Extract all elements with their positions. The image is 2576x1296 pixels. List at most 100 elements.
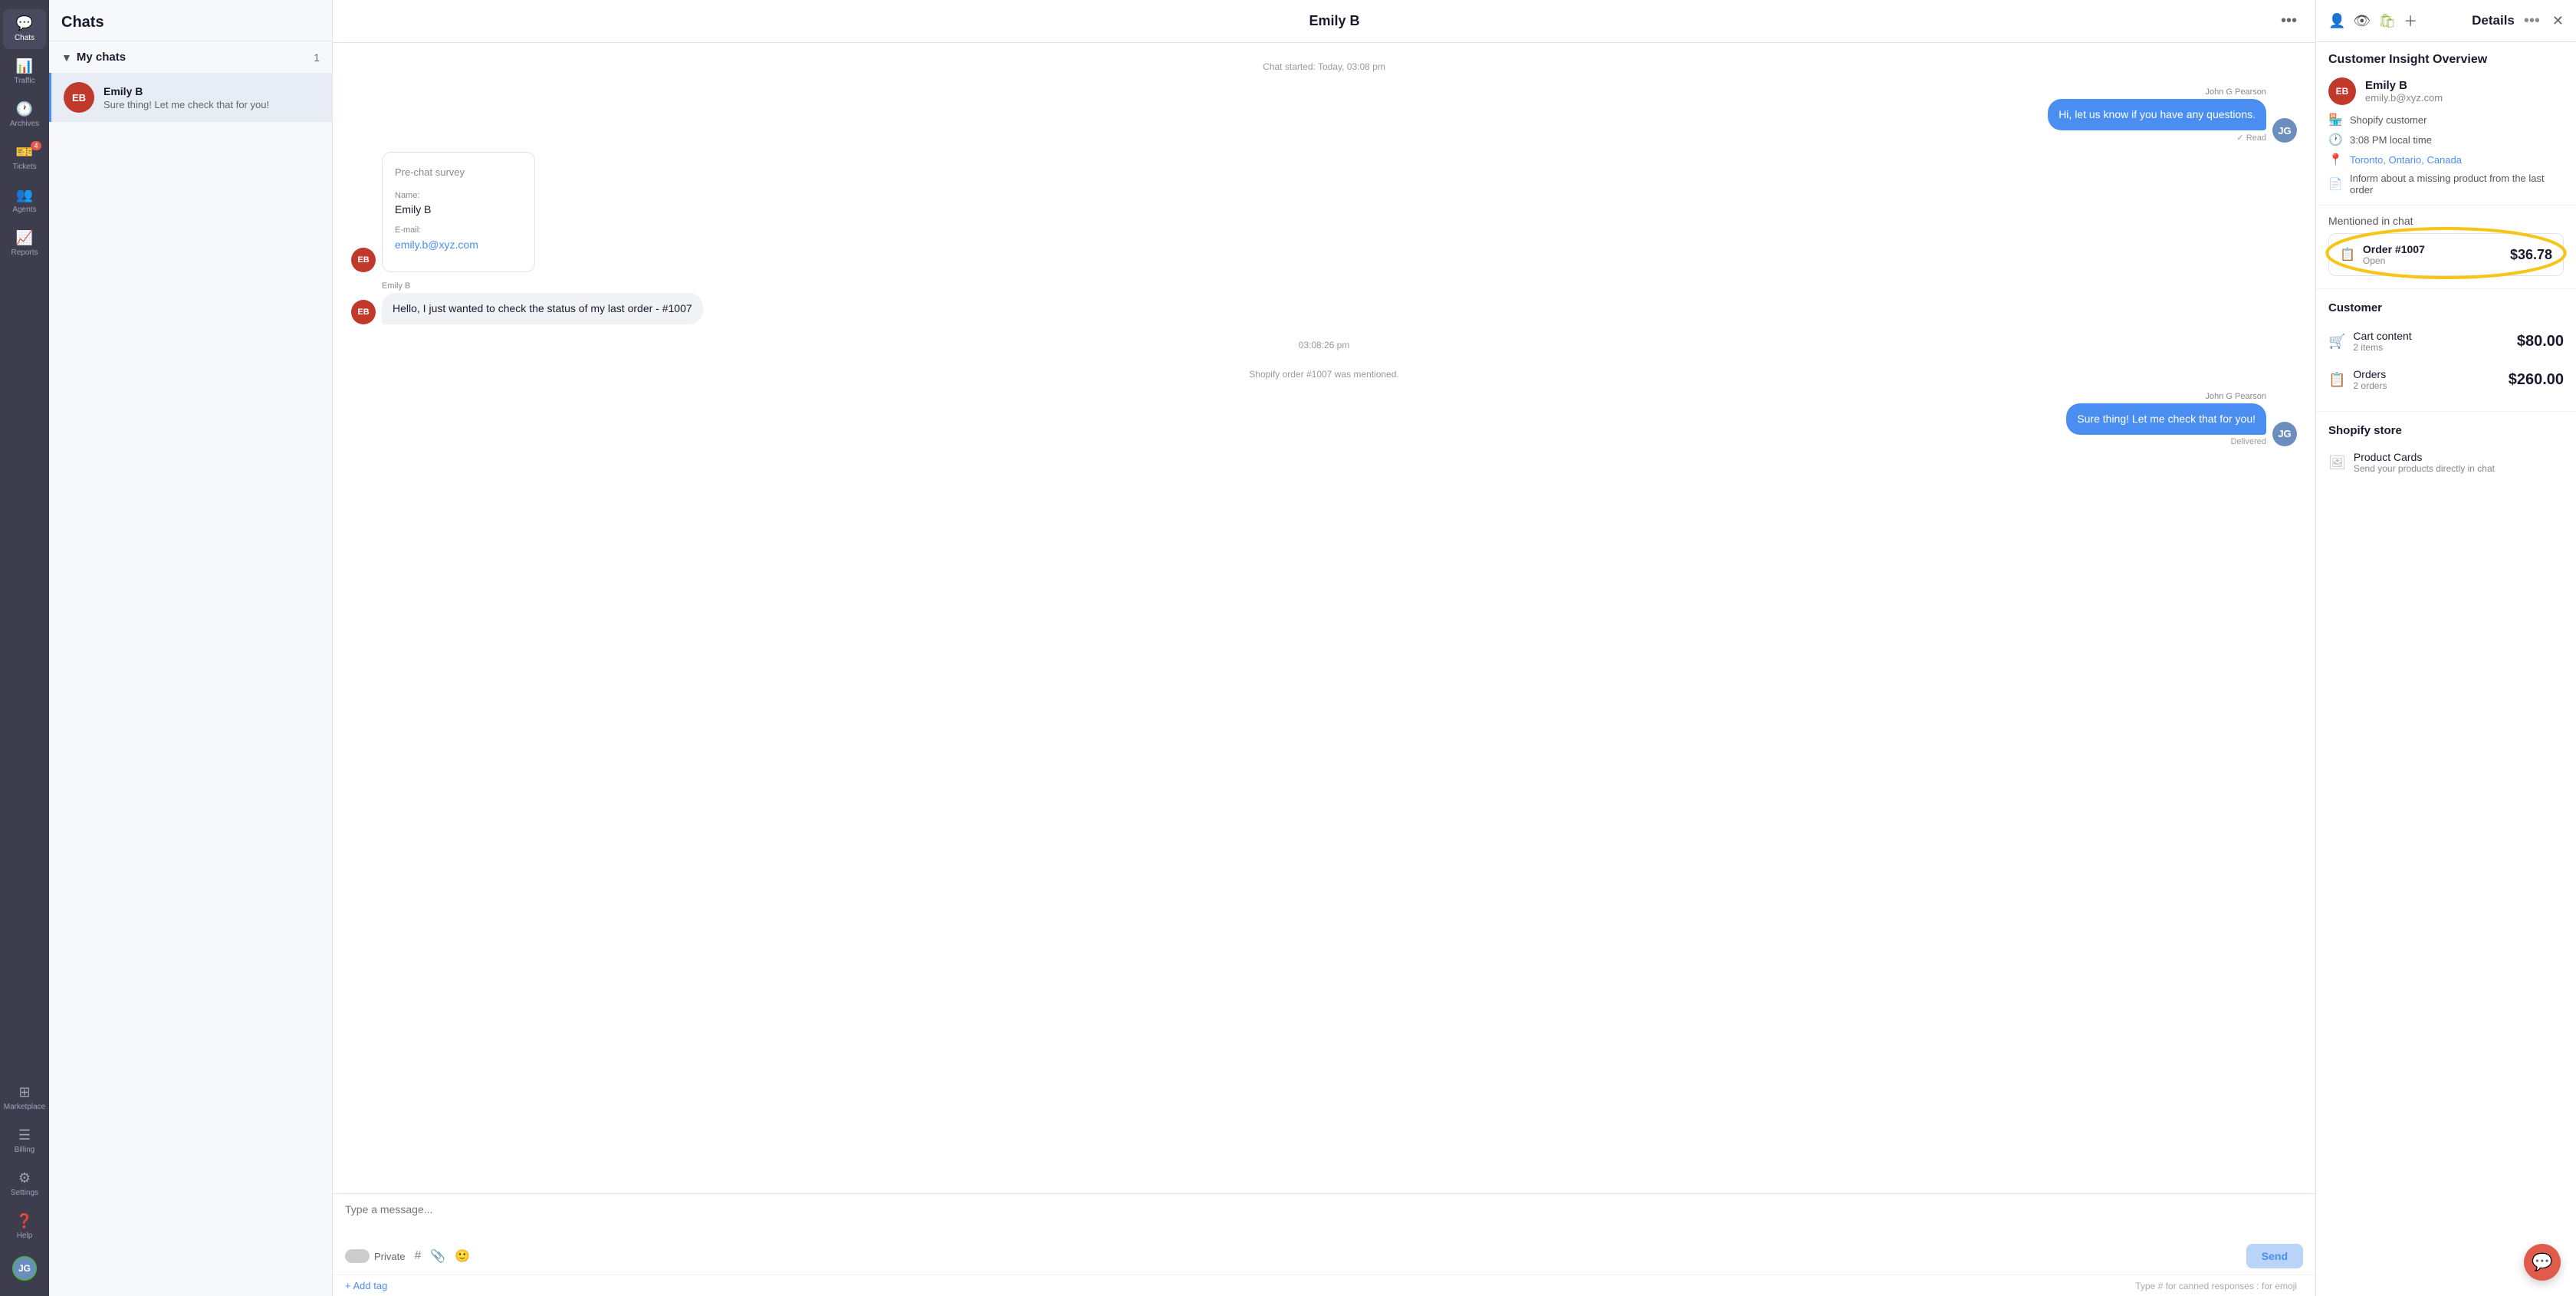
- message-status: Delivered: [2066, 437, 2266, 446]
- user-avatar-nav[interactable]: JG: [3, 1250, 46, 1287]
- customer-email: emily.b@xyz.com: [2365, 92, 2443, 104]
- sidebar-item-label: Marketplace: [4, 1103, 45, 1112]
- emoji-icon[interactable]: 🙂: [455, 1248, 470, 1264]
- divider: [2316, 411, 2576, 412]
- sidebar-item-billing[interactable]: ☰ Billing: [3, 1121, 46, 1161]
- message-bubble: Hi, let us know if you have any question…: [2048, 99, 2266, 130]
- survey-email-label: E-mail:: [395, 224, 522, 237]
- chat-list-item[interactable]: EB Emily B Sure thing! Let me check that…: [49, 73, 332, 122]
- survey-bubble: Pre-chat survey Name: Emily B E-mail: em…: [382, 152, 535, 272]
- attachment-icon[interactable]: 📎: [430, 1248, 445, 1264]
- sidebar-item-tickets[interactable]: 4 🎫 Tickets: [3, 138, 46, 178]
- person-icon[interactable]: 👤: [2328, 13, 2345, 29]
- sidebar-item-label: Reports: [11, 248, 38, 258]
- product-cards-name: Product Cards: [2354, 451, 2564, 463]
- cart-icon: 🛒: [2328, 334, 2345, 350]
- eye-icon[interactable]: 👁: [2353, 13, 2371, 29]
- message-content: Emily B Hello, I just wanted to check th…: [382, 281, 703, 324]
- metric-name: Orders: [2353, 368, 2500, 380]
- hashtag-icon[interactable]: #: [414, 1249, 421, 1263]
- chat-header: Emily B •••: [333, 0, 2315, 43]
- settings-icon: ⚙: [18, 1170, 31, 1186]
- sidebar-item-label: Settings: [11, 1189, 38, 1198]
- order-icon: 📋: [2340, 247, 2355, 262]
- sidebar-item-label: Traffic: [14, 77, 34, 86]
- note-icon: 📄: [2328, 177, 2342, 191]
- my-chats-header[interactable]: ▼ My chats 1: [49, 41, 332, 73]
- shopify-icon[interactable]: 🛍: [2378, 13, 2396, 29]
- avatar: EB: [2328, 77, 2356, 105]
- product-cards-icon: 🖼: [2328, 455, 2346, 471]
- archives-icon: 🕐: [16, 101, 33, 117]
- toggle-switch[interactable]: [345, 1249, 370, 1263]
- sidebar-item-reports[interactable]: 📈 Reports: [3, 224, 46, 264]
- billing-icon: ☰: [18, 1127, 31, 1143]
- message-sender: John G Pearson: [2066, 392, 2266, 401]
- chat-name: Emily B: [104, 85, 320, 97]
- traffic-icon: 📊: [16, 58, 33, 74]
- add-tag-row: + Add tag Type # for canned responses : …: [333, 1275, 2315, 1296]
- orders-metric: 📋 Orders 2 orders $260.00: [2328, 360, 2564, 399]
- order-info: Order #1007 Open: [2363, 243, 2502, 266]
- private-toggle[interactable]: Private: [345, 1249, 405, 1263]
- sidebar-item-label: Tickets: [12, 163, 36, 172]
- order-status: Open: [2363, 255, 2502, 266]
- live-chat-button[interactable]: 💬: [2524, 1244, 2561, 1281]
- chat-list-header: Chats: [49, 0, 332, 41]
- message-input[interactable]: [345, 1203, 2303, 1234]
- agents-icon: 👥: [16, 187, 33, 203]
- product-cards-row[interactable]: 🖼 Product Cards Send your products direc…: [2328, 445, 2564, 480]
- location-row: 📍 Toronto, Ontario, Canada: [2316, 150, 2576, 169]
- customer-avatar: EB: [351, 300, 376, 324]
- sidebar-item-marketplace[interactable]: ⊞ Marketplace: [3, 1078, 46, 1118]
- sidebar-item-label: Chats: [15, 34, 34, 43]
- add-icon[interactable]: ＋: [2404, 11, 2417, 31]
- mentioned-section: Mentioned in chat 📋 Order #1007 Open $36…: [2316, 212, 2576, 282]
- agent-avatar: JG: [2272, 422, 2297, 446]
- survey-title: Pre-chat survey: [395, 165, 522, 180]
- survey-name-value: Emily B: [395, 202, 522, 218]
- sidebar-item-traffic[interactable]: 📊 Traffic: [3, 52, 46, 92]
- send-button[interactable]: Send: [2246, 1244, 2303, 1268]
- order-card[interactable]: 📋 Order #1007 Open $36.78: [2328, 233, 2564, 276]
- details-close-button[interactable]: ✕: [2552, 13, 2564, 29]
- sidebar-item-help[interactable]: ❓ Help: [3, 1207, 46, 1247]
- marketplace-icon: ⊞: [18, 1084, 30, 1100]
- customer-avatar: EB: [351, 248, 376, 272]
- product-cards-info: Product Cards Send your products directl…: [2354, 451, 2564, 474]
- location-label[interactable]: Toronto, Ontario, Canada: [2350, 154, 2462, 166]
- metric-value: $260.00: [2509, 371, 2564, 389]
- add-tag-button[interactable]: + Add tag: [345, 1280, 387, 1291]
- metric-sub: 2 items: [2353, 342, 2509, 353]
- sidebar-item-label: Archives: [10, 120, 39, 129]
- details-panel: 👤 👁 🛍 ＋ Details ••• ✕ Customer Insight O…: [2315, 0, 2576, 1296]
- private-label: Private: [374, 1251, 405, 1262]
- local-time-label: 3:08 PM local time: [2350, 134, 2432, 146]
- more-options-button[interactable]: •••: [2281, 12, 2297, 30]
- survey-name-label: Name:: [395, 189, 522, 202]
- sidebar-item-archives[interactable]: 🕐 Archives: [3, 95, 46, 135]
- avatar: JG: [12, 1256, 37, 1281]
- note-row: 📄 Inform about a missing product from th…: [2316, 169, 2576, 199]
- shopify-customer-row: 🏪 Shopify customer: [2316, 110, 2576, 130]
- message-sender: Emily B: [382, 281, 703, 291]
- sidebar-item-settings[interactable]: ⚙ Settings: [3, 1164, 46, 1204]
- details-more-button[interactable]: •••: [2524, 12, 2540, 30]
- sidebar-item-agents[interactable]: 👥 Agents: [3, 181, 46, 221]
- metric-info: Cart content 2 items: [2353, 330, 2509, 353]
- input-toolbar: Private # 📎 🙂 Send: [345, 1244, 2303, 1268]
- metric-info: Orders 2 orders: [2353, 368, 2500, 391]
- message-row: John G Pearson Sure thing! Let me check …: [351, 392, 2297, 446]
- clock-icon: 🕐: [2328, 133, 2342, 146]
- order-card-wrapper: 📋 Order #1007 Open $36.78: [2328, 233, 2564, 276]
- chat-header-title: Emily B: [388, 13, 2281, 29]
- product-cards-desc: Send your products directly in chat: [2354, 463, 2564, 474]
- my-chats-label: My chats: [77, 51, 314, 64]
- sidebar-item-label: Help: [17, 1232, 33, 1241]
- chat-main: Emily B ••• Chat started: Today, 03:08 p…: [333, 0, 2315, 1296]
- message-content: Pre-chat survey Name: Emily B E-mail: em…: [382, 152, 535, 272]
- shopify-store-section: Shopify store 🖼 Product Cards Send your …: [2316, 418, 2576, 486]
- sidebar-item-chats[interactable]: 💬 Chats: [3, 9, 46, 49]
- avatar: EB: [64, 82, 94, 113]
- shopify-mention: Shopify order #1007 was mentioned.: [351, 369, 2297, 380]
